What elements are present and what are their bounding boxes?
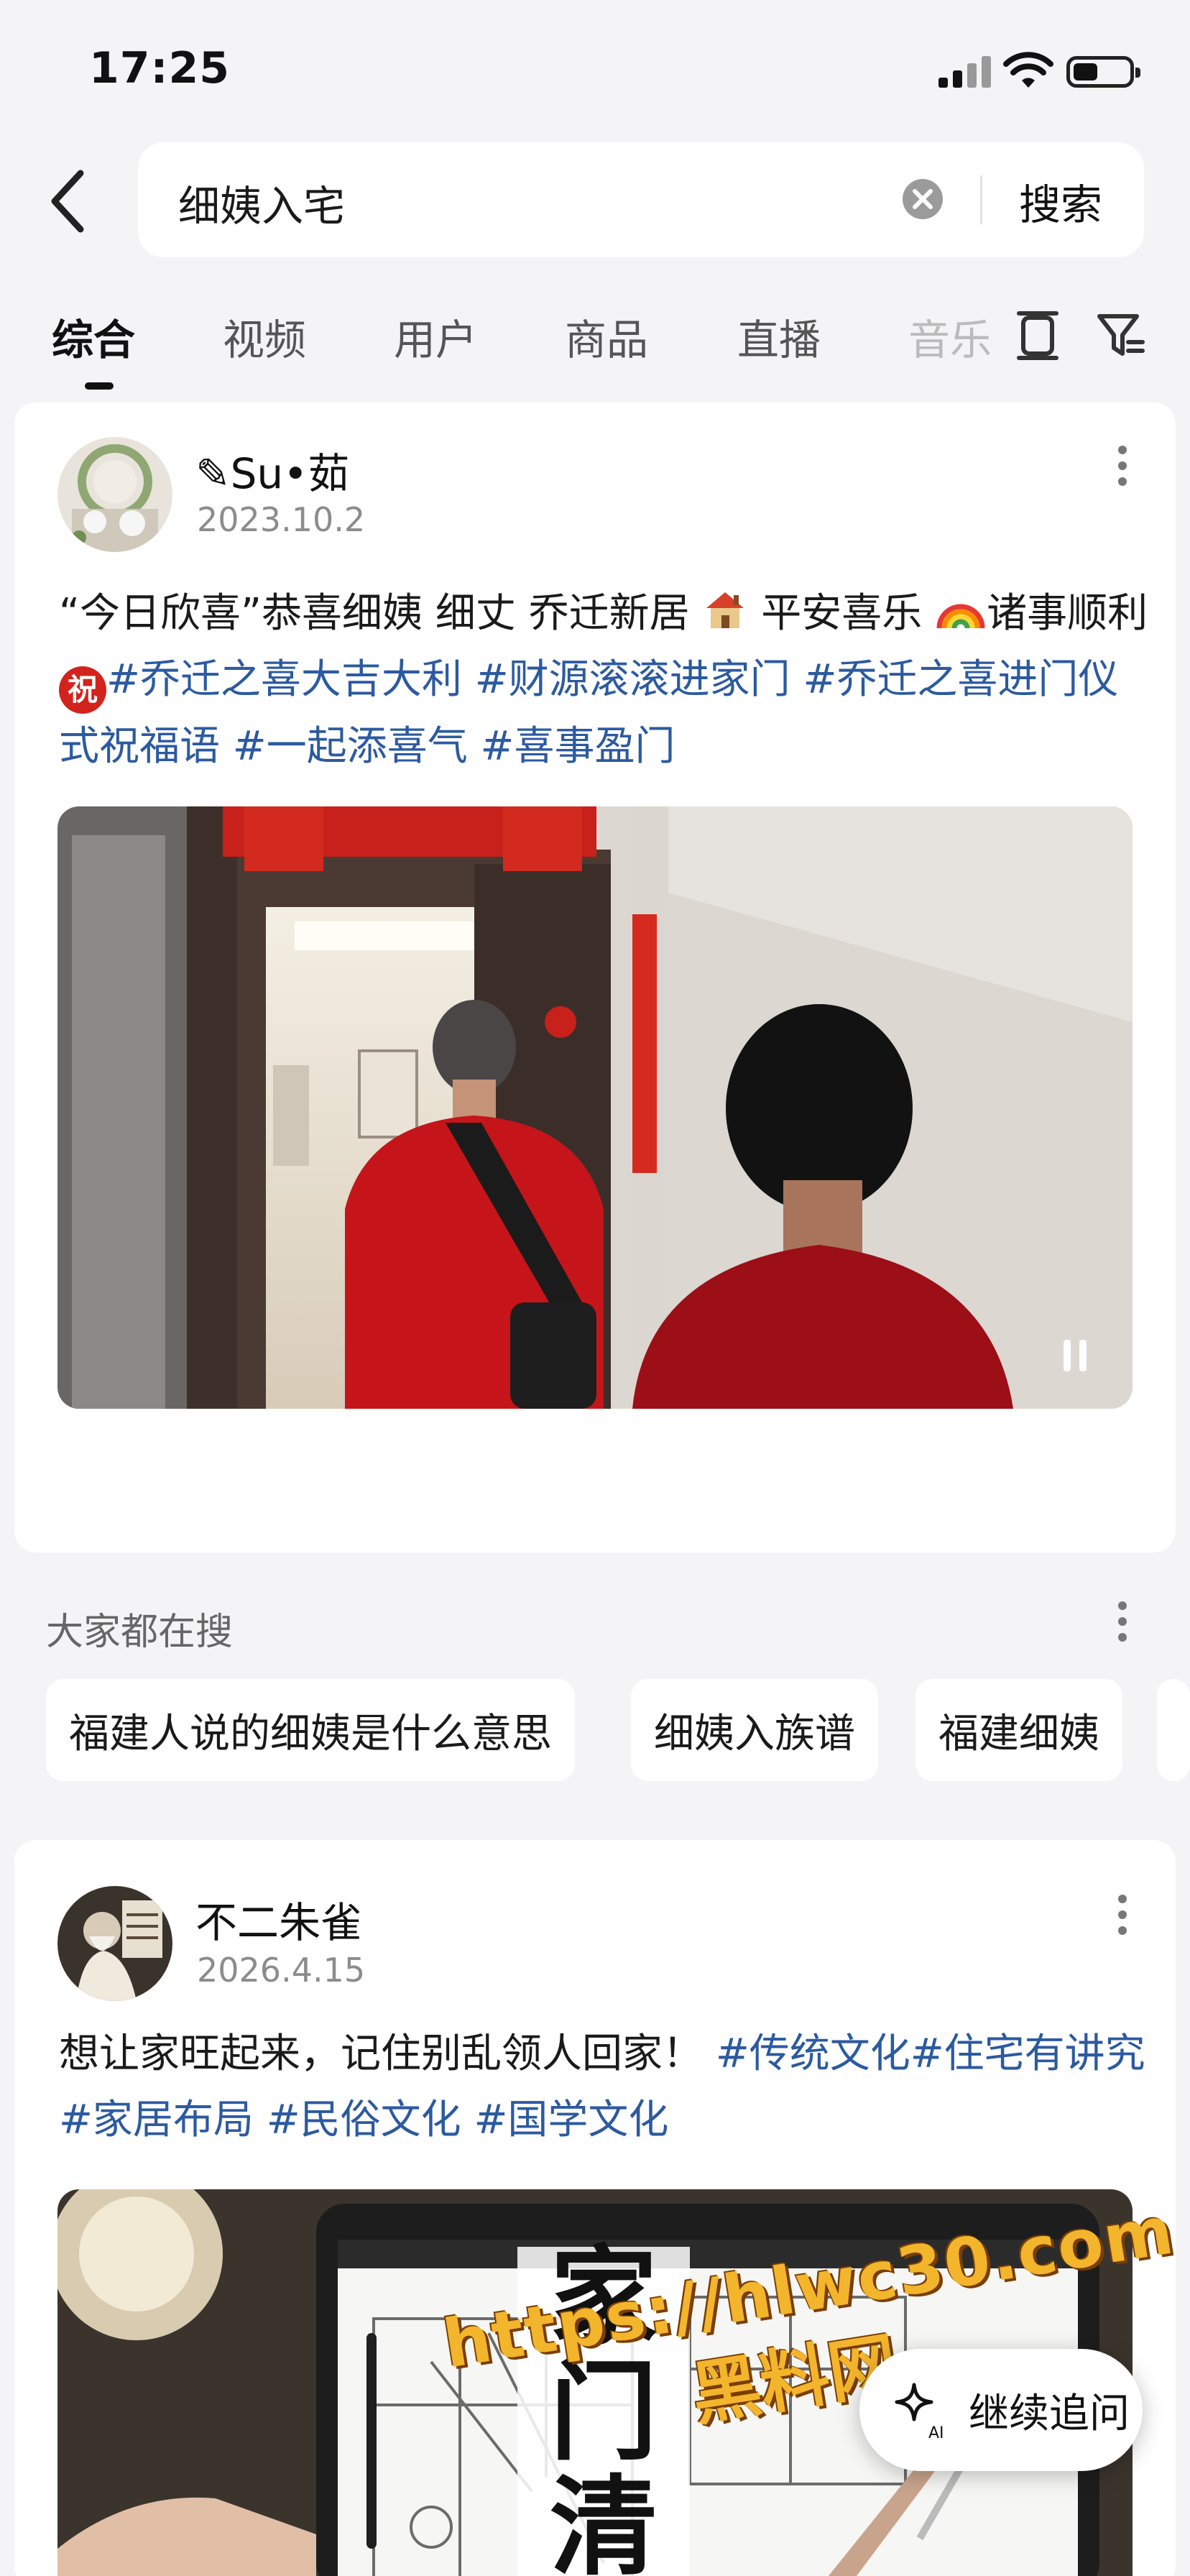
tab-products[interactable]: 商品 <box>565 306 648 367</box>
active-tab-indicator <box>85 382 114 390</box>
tab-users[interactable]: 用户 <box>394 306 477 367</box>
ai-icon-label: AI <box>928 2424 944 2442</box>
status-bar: 17:25 <box>0 0 1190 137</box>
post-text-part: “今日欣喜”恭喜细姨 细丈 乔迁新居 <box>59 590 690 637</box>
rainbow-emoji-icon <box>935 586 987 632</box>
trending-chip[interactable]: 福建细姨 <box>915 1679 1122 1781</box>
layout-toggle-icon[interactable] <box>1009 306 1066 364</box>
battery-icon <box>1066 56 1140 88</box>
back-button[interactable] <box>42 164 92 239</box>
search-divider <box>980 175 982 224</box>
trending-more-icon[interactable] <box>1115 1601 1130 1652</box>
battery-level <box>1074 63 1097 80</box>
wifi-icon <box>1003 52 1053 88</box>
post-text-part: 诸事顺利 <box>987 590 1148 637</box>
status-time: 17:25 <box>89 43 230 93</box>
cellular-signal-icon <box>938 56 992 88</box>
search-input[interactable]: 细姨入宅 搜索 <box>138 142 1144 257</box>
ai-sparkle-icon: AI <box>895 2383 944 2442</box>
continue-ask-label: 继续追问 <box>969 2390 1130 2437</box>
search-button[interactable]: 搜索 <box>1019 171 1102 231</box>
tab-live[interactable]: 直播 <box>737 306 821 367</box>
tab-video[interactable]: 视频 <box>223 306 306 367</box>
congrats-emoji-text: 祝 <box>67 672 98 707</box>
house-emoji-icon <box>702 586 748 632</box>
search-query[interactable]: 细姨入宅 <box>178 172 345 233</box>
username[interactable]: ✎Su•茹 <box>195 440 349 500</box>
username[interactable]: 不二朱雀 <box>195 1889 362 1949</box>
congrats-emoji-icon: 祝 <box>59 666 106 714</box>
video-frame <box>57 806 1133 1409</box>
post-text-part: 平安喜乐 <box>748 590 923 637</box>
avatar[interactable] <box>57 1886 172 2001</box>
post-text[interactable]: “今日欣喜”恭喜细姨 细丈 乔迁新居 平安喜乐 诸事顺利祝 #乔迁之喜大吉大利 #… <box>59 581 1151 780</box>
more-options-icon[interactable] <box>1115 446 1130 496</box>
post-hashtags[interactable]: #乔迁之喜大吉大利 #财源滚滚进家门 #乔迁之喜进门仪式祝福语 #一起添喜气 #… <box>59 656 1118 770</box>
overlay-char: 清 <box>549 2464 658 2576</box>
trending-chip[interactable]: 细姨入族谱 <box>631 1679 878 1781</box>
tab-music[interactable]: 音乐 <box>908 306 992 367</box>
avatar[interactable] <box>57 437 172 552</box>
result-tabs: 综合 视频 用户 商品 直播 音乐 <box>0 288 1190 395</box>
post-date: 2026.4.15 <box>197 1951 366 1990</box>
chevron-left-icon <box>51 170 84 233</box>
trending-chip-partial[interactable] <box>1157 1679 1190 1781</box>
trending-chip[interactable]: 福建人说的细姨是什么意思 <box>46 1679 575 1781</box>
post-text-part: 想让家旺起来，记住别乱领人回家！ <box>59 2030 703 2077</box>
trending-title: 大家都在搜 <box>46 1611 234 1654</box>
more-options-icon[interactable] <box>1115 1895 1130 1945</box>
filter-icon[interactable] <box>1092 306 1150 364</box>
continue-ask-button[interactable]: AI 继续追问 <box>859 2349 1143 2471</box>
post-date: 2023.10.2 <box>197 500 366 539</box>
post-text[interactable]: 想让家旺起来，记住别乱领人回家！ #传统文化#住宅有讲究#家居布局 #民俗文化 … <box>59 2021 1151 2153</box>
post-card[interactable]: ✎Su•茹 2023.10.2 “今日欣喜”恭喜细姨 细丈 乔迁新居 平安喜乐 … <box>14 402 1176 1916</box>
tab-all[interactable]: 综合 <box>52 306 135 367</box>
clear-icon[interactable] <box>901 178 944 221</box>
video-player[interactable] <box>57 806 1133 1409</box>
